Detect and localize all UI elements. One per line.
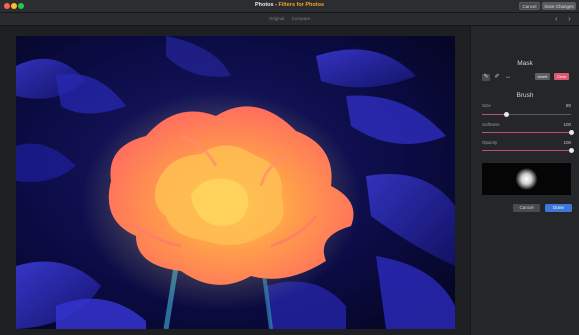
tab-original[interactable]: Original: [269, 16, 285, 21]
adjustment-panel: Mask ✎ ✐ ↔ Invert Clear Brush Size 80 So…: [470, 26, 579, 335]
tab-compare[interactable]: Compare: [292, 16, 311, 21]
size-slider-knob[interactable]: [504, 112, 510, 117]
softness-slider-knob[interactable]: [568, 130, 574, 135]
chevron-right-icon[interactable]: ›: [568, 14, 571, 24]
extension-name: Filters for Photos: [278, 2, 325, 8]
size-slider-fill: [482, 114, 507, 115]
size-label: Size: [482, 103, 491, 108]
close-window-button[interactable]: [4, 3, 10, 9]
title-bar: Photos - Filters for Photos Cancel Save …: [0, 0, 579, 13]
opacity-label: Opacity: [482, 140, 498, 145]
save-changes-button[interactable]: Save Changes: [542, 2, 576, 10]
brush-icon[interactable]: ✎: [482, 74, 490, 81]
chevron-left-icon[interactable]: ‹: [555, 14, 558, 24]
minimize-window-button[interactable]: [11, 3, 17, 9]
brush-preview-dot: [515, 168, 538, 190]
toolbar: Original Compare ‹ ›: [0, 13, 579, 26]
brush-preview: [482, 163, 571, 195]
softness-slider-fill: [482, 132, 571, 133]
softness-value: 100: [563, 122, 571, 127]
zoom-window-button[interactable]: [18, 3, 24, 9]
softness-slider[interactable]: [482, 130, 574, 135]
invert-button[interactable]: Invert: [535, 73, 550, 80]
window-title: Photos - Filters for Photos: [0, 2, 579, 8]
size-slider[interactable]: [482, 112, 571, 117]
opacity-slider-fill: [482, 150, 571, 151]
eraser-icon[interactable]: ✐: [493, 74, 501, 81]
view-tabs: Original Compare: [0, 16, 579, 21]
done-button[interactable]: Done: [545, 204, 572, 212]
title-separator: -: [275, 2, 277, 8]
image-canvas: [0, 26, 470, 335]
brush-title: Brush: [516, 92, 534, 99]
cancel-button[interactable]: Cancel: [519, 2, 540, 10]
softness-label: Softness: [482, 122, 500, 127]
panel-cancel-button[interactable]: Cancel: [513, 204, 540, 212]
visibility-icon[interactable]: ↔: [504, 74, 512, 81]
mask-title: Mask: [517, 60, 533, 67]
opacity-slider[interactable]: [482, 148, 574, 153]
size-value: 80: [565, 103, 571, 108]
opacity-value: 100: [563, 140, 571, 145]
photo-image[interactable]: [16, 36, 455, 329]
photo-artwork: [16, 36, 455, 329]
opacity-slider-knob[interactable]: [568, 148, 574, 153]
clear-button[interactable]: Clear: [554, 73, 569, 80]
app-name: Photos: [254, 2, 274, 8]
